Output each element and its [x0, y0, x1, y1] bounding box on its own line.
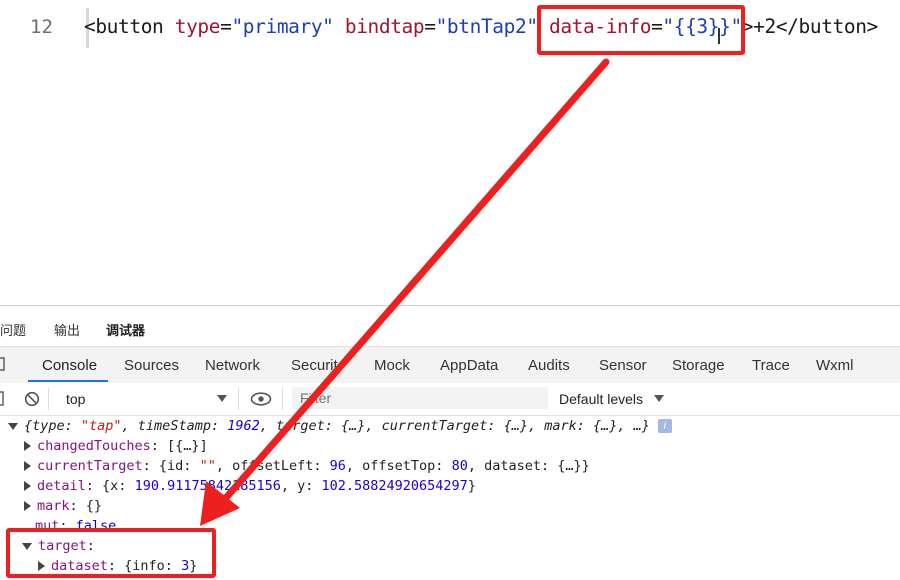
filter-input[interactable] [292, 387, 548, 409]
event-type-value: "tap" [80, 418, 122, 434]
tab-wxml[interactable]: Wxml [816, 357, 854, 374]
levels-dropdown[interactable]: Default levels [559, 388, 679, 410]
code-open-bracket: < [84, 15, 96, 38]
chevron-down-icon [654, 395, 664, 402]
sidebar-toggle-icon[interactable] [0, 391, 5, 407]
tab-audits[interactable]: Audits [528, 357, 570, 374]
tab-storage[interactable]: Storage [672, 357, 725, 374]
expand-triangle-icon[interactable] [24, 481, 31, 491]
code-attr-bindtap: bindtap [344, 15, 425, 38]
code-editor[interactable]: 12 <button type="primary" bindtap="btnTa… [0, 0, 900, 305]
code-val-bindtap: "btnTap2" [435, 15, 538, 38]
expand-triangle-icon[interactable] [24, 441, 31, 451]
eye-icon[interactable] [250, 392, 272, 406]
tab-network[interactable]: Network [205, 357, 260, 374]
expand-triangle-icon[interactable] [24, 501, 31, 511]
event-timestamp-value: 1962 [227, 418, 260, 434]
expand-triangle-icon[interactable] [24, 461, 31, 471]
highlight-box-target-dataset [6, 528, 216, 578]
chevron-down-icon [217, 395, 227, 402]
prop-mark[interactable]: mark: {} [24, 498, 102, 518]
line-number: 12 [30, 16, 53, 38]
prop-changed-touches[interactable]: changedTouches: [{…}] [24, 438, 208, 458]
context-select-value: top [66, 391, 86, 407]
code-tag-name: button [95, 15, 164, 38]
tab-appdata[interactable]: AppData [440, 357, 498, 374]
tab-trace[interactable]: Trace [752, 357, 790, 374]
code-val-type: "primary" [231, 15, 334, 38]
panel-tab-bar: 问题 输出 调试器 [0, 306, 900, 344]
devtools-tab-bar: Console Sources Network Securit Mock App… [0, 346, 900, 384]
toolbar-divider [238, 388, 239, 410]
console-event-line[interactable]: {type: "tap", timeStamp: 1962, target: {… [8, 418, 672, 438]
context-select[interactable]: top [58, 388, 234, 410]
prop-current-target[interactable]: currentTarget: {id: "", offsetLeft: 96, … [24, 458, 590, 478]
code-line[interactable]: <button type="primary" bindtap="btnTap2"… [84, 15, 878, 38]
panel-tab-debugger[interactable]: 调试器 [106, 320, 145, 339]
prop-detail[interactable]: detail: {x: 190.91175842185156, y: 102.5… [24, 478, 476, 498]
code-close-tag: </button> [775, 15, 878, 38]
levels-label: Default levels [559, 391, 644, 407]
clear-console-icon[interactable] [24, 391, 40, 407]
highlight-box-data-info [537, 5, 745, 55]
panel-tab-issues[interactable]: 问题 [0, 320, 26, 339]
tab-sensor[interactable]: Sensor [599, 357, 647, 374]
tab-security[interactable]: Securit [291, 357, 338, 374]
toolbar-divider [48, 388, 49, 410]
code-attr-type: type [174, 15, 221, 38]
active-tab-indicator [28, 380, 108, 382]
code-inner-text: +2 [753, 15, 776, 38]
info-icon: i [657, 419, 672, 433]
inspect-icon[interactable] [0, 357, 6, 373]
toolbar-divider [282, 388, 283, 410]
tab-mock[interactable]: Mock [374, 357, 410, 374]
panel-tab-output[interactable]: 输出 [54, 320, 80, 339]
tab-console[interactable]: Console [42, 357, 97, 374]
expand-triangle-icon[interactable] [8, 422, 18, 430]
console-toolbar: top Default levels [0, 383, 900, 416]
tab-sources[interactable]: Sources [124, 357, 179, 374]
